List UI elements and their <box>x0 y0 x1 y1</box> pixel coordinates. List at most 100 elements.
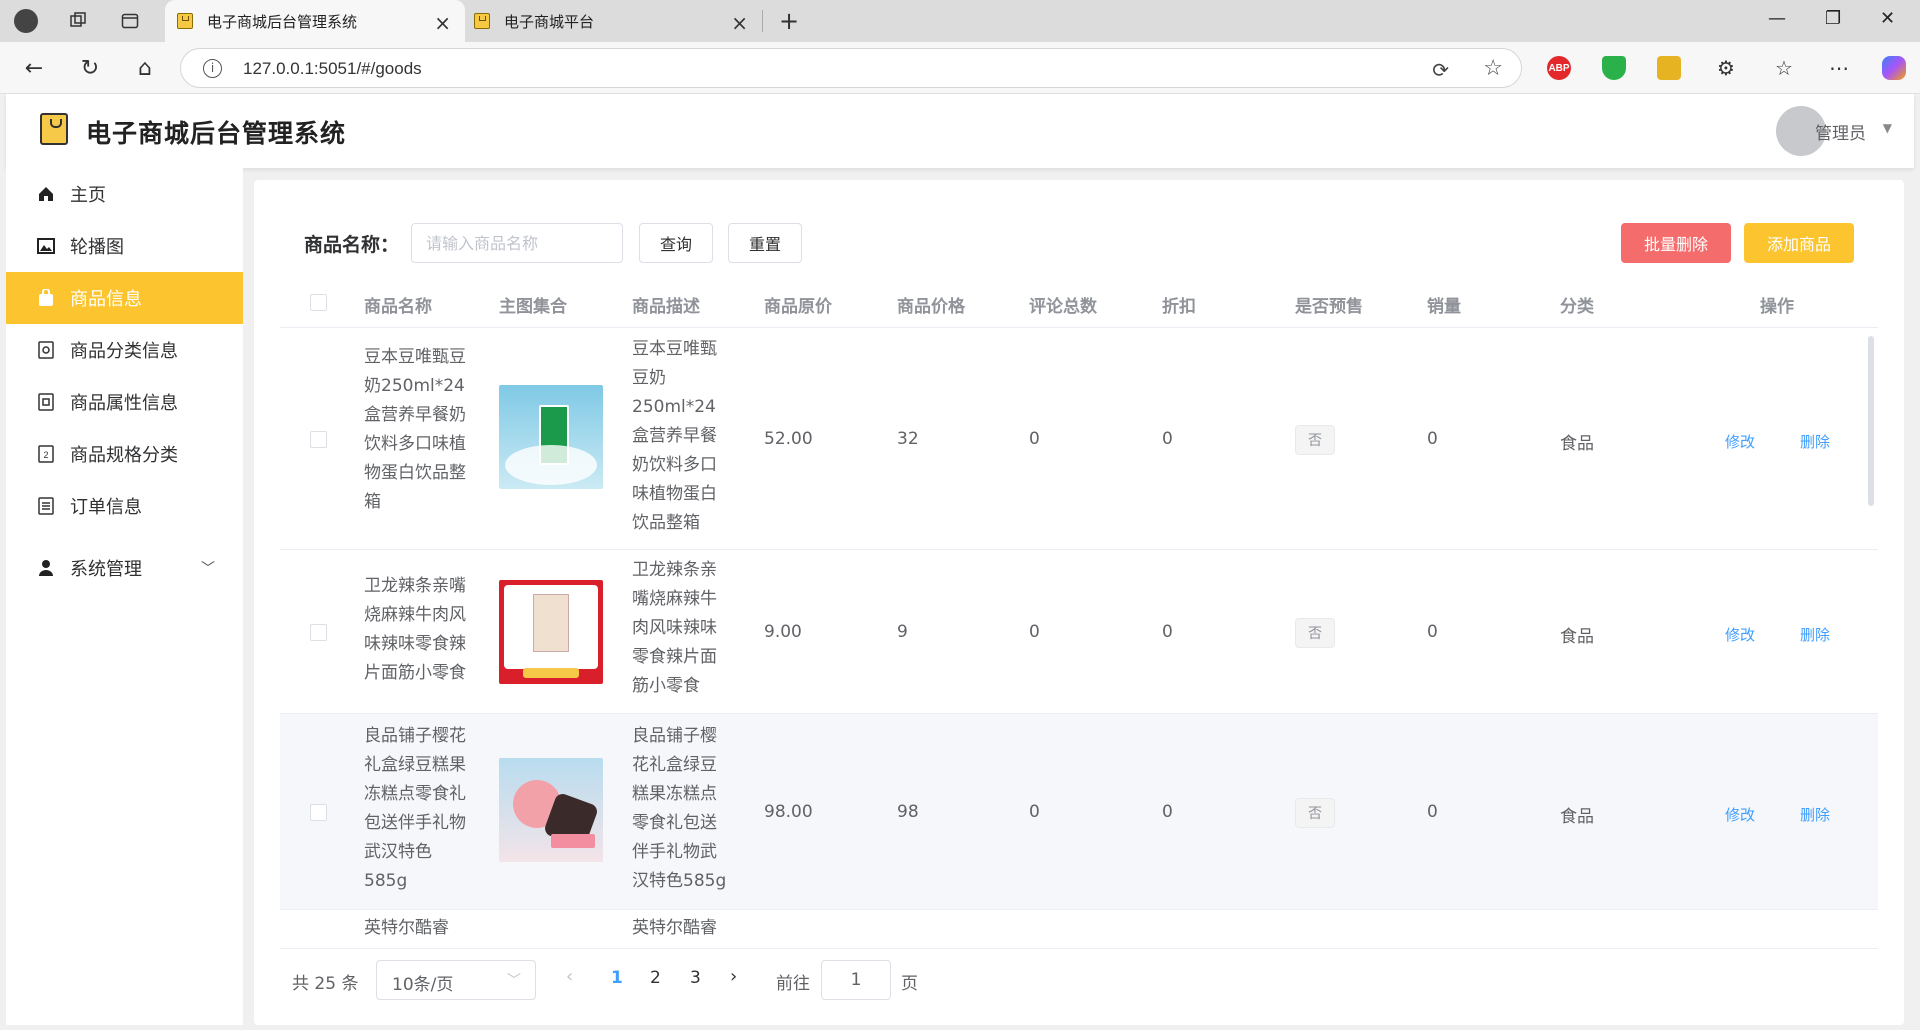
chevron-down-icon: ﹀ <box>201 561 215 577</box>
page-number[interactable]: 3 <box>690 968 701 988</box>
goods-name: 豆本豆唯甄豆奶250ml*24盒营养早餐奶饮料多口味植物蛋白饮品整箱 <box>364 347 466 512</box>
comment-count: 0 <box>1029 429 1040 449</box>
image-icon <box>36 236 56 256</box>
delete-link[interactable]: 删除 <box>1800 431 1830 452</box>
tab-title: 电子商城后台管理系统 <box>207 12 358 31</box>
batch-delete-button[interactable]: 批量删除 <box>1621 223 1731 263</box>
sakura-cake-product-image[interactable] <box>499 758 603 862</box>
column-header: 分类 <box>1560 297 1594 317</box>
presale-tag: 否 <box>1295 798 1335 828</box>
table-row: 卫龙辣条亲嘴烧麻辣牛肉风味辣味零食辣片面筋小零食 卫龙辣条亲嘴烧麻辣牛肉风味辣味… <box>280 550 1878 714</box>
minimize-icon[interactable]: — <box>1768 8 1786 29</box>
sidebar-item-label: 商品规格分类 <box>70 445 178 466</box>
column-header: 商品原价 <box>764 297 832 317</box>
sidebar-item-label: 商品信息 <box>70 289 142 310</box>
tab-actions-icon[interactable] <box>118 9 142 33</box>
page-size-value: 10条/页 <box>392 975 454 995</box>
adblock-icon[interactable]: ABP <box>1547 56 1571 80</box>
favorite-star-icon[interactable]: ☆ <box>1483 56 1503 81</box>
shop-bag-logo-icon <box>40 113 68 145</box>
maximize-icon[interactable]: ❐ <box>1825 8 1841 29</box>
comment-count: 0 <box>1029 802 1040 822</box>
original-price: 98.00 <box>764 802 813 822</box>
spicy-snack-product-image[interactable] <box>499 580 603 684</box>
close-tab-icon[interactable]: × <box>434 11 451 35</box>
edit-link[interactable]: 修改 <box>1725 624 1755 645</box>
order-icon <box>36 496 56 516</box>
category: 食品 <box>1560 807 1594 827</box>
read-aloud-icon[interactable]: ⟳ <box>1432 58 1449 82</box>
shield-extension-icon[interactable] <box>1602 56 1626 80</box>
back-icon[interactable]: ← <box>20 54 48 82</box>
user-name[interactable]: 管理员 <box>1815 119 1866 144</box>
caret-down-icon[interactable]: ▼ <box>1883 121 1892 135</box>
column-header: 商品价格 <box>897 297 965 317</box>
home-browser-icon[interactable]: ⌂ <box>131 54 159 82</box>
copilot-icon[interactable] <box>1882 56 1906 80</box>
column-header: 操作 <box>1760 297 1794 317</box>
search-input[interactable] <box>411 223 623 263</box>
refresh-icon[interactable]: ↻ <box>76 54 104 82</box>
sidebar-item-goods[interactable]: 商品信息 <box>6 272 243 324</box>
query-button[interactable]: 查询 <box>639 223 713 263</box>
sidebar-item-attribute[interactable]: 商品属性信息 <box>6 376 243 428</box>
sidebar-item-carousel[interactable]: 轮播图 <box>6 220 243 272</box>
soy-milk-product-image[interactable] <box>499 385 603 489</box>
extension-icon[interactable] <box>1657 56 1681 80</box>
discount: 0 <box>1162 622 1173 642</box>
user-icon <box>36 558 56 578</box>
sidebar-item-home[interactable]: 主页 <box>6 168 243 220</box>
favicon-icon <box>177 13 193 29</box>
workspaces-icon[interactable] <box>66 9 90 33</box>
page-number[interactable]: 1 <box>611 968 623 988</box>
delete-link[interactable]: 删除 <box>1800 624 1830 645</box>
sidebar-item-order[interactable]: 订单信息 <box>6 480 243 532</box>
goods-description: 良品铺子樱花礼盒绿豆糕果冻糕点零食礼包送伴手礼物武汉特色585g <box>632 726 727 891</box>
close-window-icon[interactable]: ✕ <box>1880 8 1895 29</box>
row-checkbox[interactable] <box>310 624 327 641</box>
goods-description: 豆本豆唯甄豆奶250ml*24盒营养早餐奶饮料多口味植物蛋白饮品整箱 <box>632 339 717 533</box>
close-tab-icon[interactable]: × <box>731 11 748 35</box>
sidebar-item-category[interactable]: 商品分类信息 <box>6 324 243 376</box>
select-all-checkbox[interactable] <box>310 294 327 311</box>
new-tab-icon[interactable]: + <box>777 7 801 35</box>
favicon-icon <box>474 13 490 29</box>
delete-link[interactable]: 删除 <box>1800 804 1830 825</box>
extensions-puzzle-icon[interactable]: ⚙ <box>1712 54 1740 82</box>
edit-link[interactable]: 修改 <box>1725 804 1755 825</box>
search-label: 商品名称： <box>304 234 400 256</box>
sales: 0 <box>1427 429 1438 449</box>
chevron-down-icon: ﹀ <box>507 973 521 989</box>
prev-page-icon[interactable]: ‹ <box>566 966 573 987</box>
site-info-icon[interactable]: i <box>203 59 222 78</box>
table-scrollbar[interactable] <box>1868 336 1874 506</box>
original-price: 52.00 <box>764 429 813 449</box>
sidebar-item-spec[interactable]: 2 商品规格分类 <box>6 428 243 480</box>
more-menu-icon[interactable]: ⋯ <box>1825 54 1853 82</box>
goto-page-input[interactable] <box>821 960 891 1000</box>
goto-unit: 页 <box>901 974 918 994</box>
browser-tab-strip: 电子商城后台管理系统 × 电子商城平台 × + — ❐ ✕ <box>0 0 1920 42</box>
add-goods-button[interactable]: 添加商品 <box>1744 223 1854 263</box>
edit-link[interactable]: 修改 <box>1725 431 1755 452</box>
goods-name: 英特尔酷睿 <box>364 918 449 938</box>
price: 98 <box>897 802 919 822</box>
profile-avatar-icon[interactable] <box>14 9 38 33</box>
sidebar-item-label: 轮播图 <box>70 237 124 258</box>
url-field[interactable]: i 127.0.0.1:5051/#/goods ⟳ ☆ <box>180 48 1522 88</box>
favorites-icon[interactable]: ☆ <box>1770 54 1798 82</box>
page-size-select[interactable]: 10条/页 ﹀ <box>376 960 536 1000</box>
reset-button[interactable]: 重置 <box>728 223 802 263</box>
tab-admin[interactable]: 电子商城后台管理系统 × <box>165 0 465 42</box>
column-header: 主图集合 <box>499 297 567 317</box>
app-header: 电子商城后台管理系统 管理员 ▼ <box>6 94 1914 168</box>
row-checkbox[interactable] <box>310 431 327 448</box>
sidebar-item-system[interactable]: 系统管理 ﹀ <box>6 542 243 594</box>
tab-shop[interactable]: 电子商城平台 × <box>466 0 762 42</box>
next-page-icon[interactable]: › <box>730 966 737 987</box>
row-checkbox[interactable] <box>310 804 327 821</box>
page-number[interactable]: 2 <box>650 968 661 988</box>
column-header: 评论总数 <box>1029 297 1097 317</box>
table-header: 商品名称 主图集合 商品描述 商品原价 商品价格 评论总数 折扣 是否预售 销量… <box>280 276 1878 328</box>
sidebar-item-label: 订单信息 <box>70 497 142 518</box>
